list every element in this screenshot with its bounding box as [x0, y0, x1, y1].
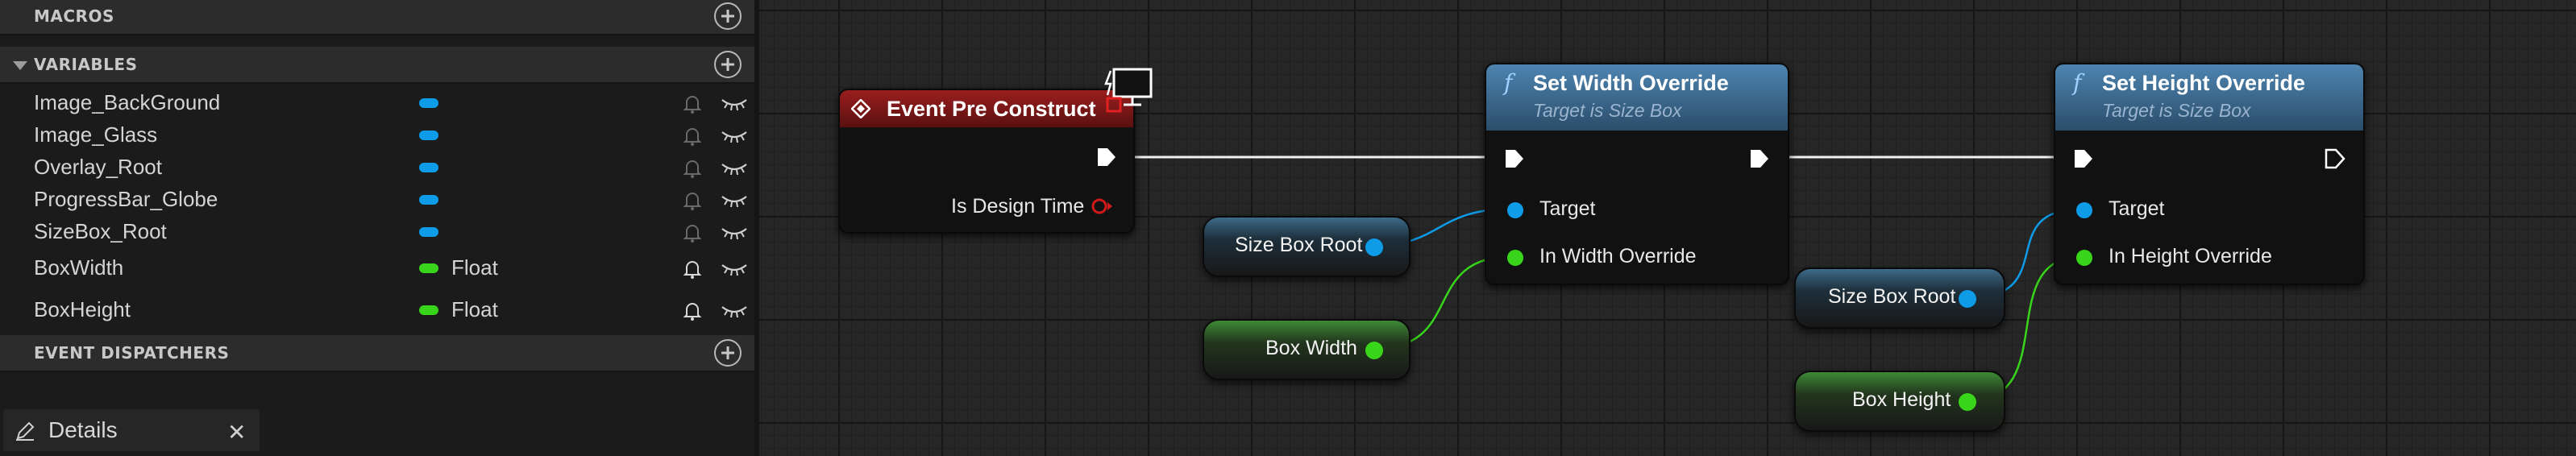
variables-title: VARIABLES [34, 55, 138, 74]
in-width-override-label: In Width Override [1539, 245, 1697, 267]
object-out-pin[interactable] [1959, 290, 1976, 308]
getter-label: Box Width [1265, 337, 1357, 359]
event-dispatchers-title: EVENT DISPATCHERS [34, 343, 230, 363]
closed-eye-icon[interactable] [721, 192, 748, 209]
event-node-title: Event Pre Construct [887, 97, 1096, 121]
size-box-root-getter-node-2[interactable]: Size Box Root [1794, 267, 2005, 329]
event-diamond-icon [851, 99, 870, 118]
bool-out-pin[interactable] [1090, 197, 1114, 216]
add-variable-button[interactable] [714, 51, 742, 78]
close-icon[interactable]: ✕ [227, 419, 246, 446]
object-out-pin[interactable] [1365, 238, 1383, 256]
replication-bell-icon[interactable] [682, 190, 703, 211]
add-macro-button[interactable] [714, 2, 742, 30]
event-pre-construct-node[interactable]: Event Pre Construct Is Design Time [838, 89, 1135, 234]
box-height-getter-node[interactable]: Box Height [1794, 371, 2005, 432]
collapse-triangle-icon[interactable] [13, 61, 27, 70]
replication-bell-icon[interactable] [682, 259, 703, 280]
target-pin-label: Target [2109, 197, 2165, 220]
getter-label: Box Height [1852, 388, 1951, 411]
variable-name: BoxHeight [34, 297, 131, 321]
float-out-pin[interactable] [1365, 342, 1383, 359]
closed-eye-icon[interactable] [721, 302, 748, 320]
set-width-node-subtitle: Target is Size Box [1533, 100, 1682, 121]
set-width-node-header: f Set Width Override Target is Size Box [1486, 64, 1788, 131]
replication-bell-icon[interactable] [682, 158, 703, 179]
variable-name: Overlay_Root [34, 155, 162, 179]
replication-bell-icon[interactable] [682, 222, 703, 243]
function-icon: f [2073, 69, 2082, 96]
set-width-override-node[interactable]: f Set Width Override Target is Size Box … [1485, 63, 1789, 285]
variable-type-pill [419, 98, 438, 108]
variable-type-pill [419, 131, 438, 140]
details-tab-label: Details [48, 417, 118, 442]
set-height-override-node[interactable]: f Set Height Override Target is Size Box… [2054, 63, 2365, 285]
pencil-icon [16, 421, 35, 441]
closed-eye-icon[interactable] [721, 260, 748, 278]
exec-in-pin[interactable] [1504, 148, 1525, 169]
set-height-node-header: f Set Height Override Target is Size Box [2055, 64, 2363, 131]
replication-bell-icon[interactable] [682, 126, 703, 147]
variable-type-label: Float [451, 297, 498, 321]
in-height-override-label: In Height Override [2109, 245, 2272, 267]
variable-row[interactable]: ProgressBar_Globe [0, 184, 754, 216]
variable-row[interactable]: BoxWidth Float [0, 252, 754, 284]
size-box-root-getter-node[interactable]: Size Box Root [1203, 216, 1411, 277]
variable-row[interactable]: Overlay_Root [0, 151, 754, 184]
variable-name: Image_Glass [34, 122, 158, 147]
event-node-header: Event Pre Construct [840, 90, 1133, 127]
variable-type-label: Float [451, 255, 498, 280]
target-pin[interactable] [2076, 202, 2092, 218]
variable-type-pill [419, 195, 438, 205]
event-dispatchers-section-header[interactable]: EVENT DISPATCHERS [0, 335, 754, 372]
target-pin-label: Target [1539, 197, 1596, 220]
exec-in-pin[interactable] [2073, 148, 2094, 169]
box-width-getter-node[interactable]: Box Width [1203, 319, 1411, 380]
variable-name: SizeBox_Root [34, 219, 167, 243]
set-width-node-title: Set Width Override [1533, 71, 1729, 95]
variables-section-header[interactable]: VARIABLES [0, 47, 754, 84]
closed-eye-icon[interactable] [721, 224, 748, 242]
getter-label: Size Box Root [1828, 285, 1956, 308]
my-blueprint-panel: MACROS VARIABLES Image_BackGround Image_G… [0, 0, 754, 456]
exec-out-pin[interactable] [2325, 148, 2345, 169]
macros-title: MACROS [34, 6, 114, 26]
exec-out-pin[interactable] [1749, 148, 1770, 169]
closed-eye-icon[interactable] [721, 95, 748, 113]
float-out-pin[interactable] [1959, 393, 1976, 411]
set-height-node-title: Set Height Override [2102, 71, 2306, 95]
tab-details[interactable]: Details ✕ [3, 409, 260, 451]
variable-row[interactable]: BoxHeight Float [0, 294, 754, 326]
closed-eye-icon[interactable] [721, 127, 748, 145]
variable-name: Image_BackGround [34, 90, 221, 114]
variable-type-pill [419, 163, 438, 172]
closed-eye-icon[interactable] [721, 160, 748, 177]
variable-name: ProgressBar_Globe [34, 187, 218, 211]
variable-row[interactable]: Image_Glass [0, 119, 754, 151]
in-width-override-pin[interactable] [1507, 250, 1523, 266]
getter-label: Size Box Root [1235, 234, 1363, 256]
replication-bell-icon[interactable] [682, 93, 703, 114]
exec-out-pin[interactable] [1096, 147, 1117, 168]
is-design-time-label: Is Design Time [951, 195, 1085, 218]
replication-bell-icon[interactable] [682, 301, 703, 321]
variable-name: BoxWidth [34, 255, 124, 280]
add-event-dispatcher-button[interactable] [714, 339, 742, 367]
target-pin[interactable] [1507, 202, 1523, 218]
in-height-override-pin[interactable] [2076, 250, 2092, 266]
variable-type-pill [419, 305, 438, 315]
variable-type-pill [419, 263, 438, 273]
set-height-node-subtitle: Target is Size Box [2102, 100, 2251, 121]
macros-section-header[interactable]: MACROS [0, 0, 754, 35]
editor-only-monitor-icon [1104, 68, 1153, 113]
variable-row[interactable]: Image_BackGround [0, 87, 754, 119]
variable-row[interactable]: SizeBox_Root [0, 216, 754, 248]
variable-type-pill [419, 227, 438, 237]
function-icon: f [1504, 69, 1513, 96]
